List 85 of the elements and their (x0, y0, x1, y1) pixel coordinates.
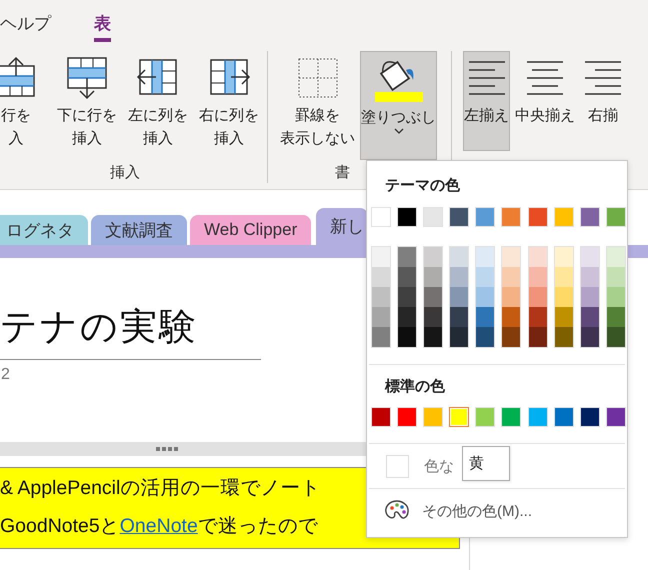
color-swatch[interactable] (398, 307, 416, 327)
ribbon-button[interactable]: 罫線を 表示しない (279, 51, 356, 151)
section-heading: 標準の色 (385, 377, 445, 396)
color-swatch[interactable] (554, 247, 573, 267)
color-swatch[interactable] (476, 267, 494, 287)
ribbon-button[interactable]: 右に列を 挿入 (196, 51, 262, 151)
color-swatch[interactable] (450, 307, 468, 327)
color-swatch[interactable] (398, 327, 416, 347)
ribbon-button[interactable]: 右揃 (580, 51, 626, 151)
color-swatch[interactable] (580, 307, 599, 327)
color-swatch[interactable] (450, 327, 468, 347)
color-swatch[interactable] (398, 247, 416, 267)
color-swatch[interactable] (502, 307, 520, 327)
color-swatch[interactable] (606, 267, 625, 287)
grip-icon (156, 447, 178, 451)
no-color-label[interactable]: 色な (424, 456, 454, 476)
color-swatch[interactable] (502, 247, 520, 267)
color-swatch[interactable] (554, 327, 573, 347)
color-swatch[interactable] (372, 267, 390, 287)
fill-dropdown-button[interactable]: 塗りつぶし (360, 51, 437, 160)
color-swatch[interactable] (449, 407, 470, 427)
section-tab[interactable]: Web Clipper (190, 215, 312, 245)
color-swatch[interactable] (502, 267, 520, 287)
section-tab[interactable]: 文献調査 (91, 215, 187, 245)
color-swatch[interactable] (372, 327, 390, 347)
color-swatch[interactable] (372, 307, 390, 327)
link[interactable]: OneNote (120, 515, 198, 537)
no-borders-icon (296, 56, 340, 100)
insert-row-above-icon (0, 56, 38, 100)
color-swatch[interactable] (528, 307, 547, 327)
color-swatch[interactable] (424, 267, 442, 287)
color-swatch[interactable] (398, 287, 416, 307)
color-swatch[interactable] (528, 267, 547, 287)
color-swatch[interactable] (554, 267, 573, 287)
ribbon-tab[interactable]: 表 (94, 0, 111, 42)
color-swatch[interactable] (450, 247, 468, 267)
note-text: & ApplePencilの活用の一環でノート (0, 476, 320, 501)
color-swatch[interactable] (580, 287, 599, 307)
color-swatch[interactable] (554, 287, 573, 307)
page-title: テナの実験 (0, 305, 198, 349)
ribbon-button[interactable]: 行を 入 (0, 51, 49, 151)
color-swatch[interactable] (424, 327, 442, 347)
section-tab[interactable]: 新し (316, 208, 368, 245)
color-swatch[interactable] (424, 307, 442, 327)
color-swatch[interactable] (424, 287, 442, 307)
color-swatch[interactable] (502, 327, 520, 347)
more-colors-label: その他の色(M)... (422, 502, 532, 520)
no-color-swatch[interactable] (386, 454, 409, 478)
color-swatch[interactable] (528, 327, 547, 347)
group-label: 書 (335, 163, 350, 182)
color-swatch[interactable] (476, 287, 494, 307)
ribbon-tab[interactable]: ヘルプ (0, 0, 51, 42)
section-tab[interactable]: ログネタ (0, 215, 88, 245)
page-date: 2 (1, 366, 10, 384)
color-swatch[interactable] (372, 287, 390, 307)
color-swatch[interactable] (580, 247, 599, 267)
color-swatch[interactable] (476, 247, 494, 267)
color-swatch[interactable] (450, 267, 468, 287)
color-swatch[interactable] (606, 247, 625, 267)
color-swatch[interactable] (502, 287, 520, 307)
color-swatch[interactable] (528, 287, 547, 307)
tooltip: 黄 (462, 446, 510, 481)
color-swatch[interactable] (606, 287, 625, 307)
color-swatch[interactable] (476, 327, 494, 347)
color-swatch[interactable] (450, 287, 468, 307)
color-swatch[interactable] (554, 307, 573, 327)
ribbon-button[interactable]: 左揃え (463, 51, 510, 151)
caret-icon (394, 127, 404, 135)
color-swatch[interactable] (528, 247, 547, 267)
ribbon-button[interactable]: 左に列を 挿入 (125, 51, 191, 151)
more-colors-item[interactable]: その他の色(M)... (367, 489, 532, 533)
color-swatch[interactable] (606, 307, 625, 327)
note-text: GoodNote5と OneNoteで迷ったので (0, 514, 318, 539)
insert-row-below-icon (65, 56, 109, 100)
color-swatch[interactable] (476, 307, 494, 327)
ribbon-button[interactable]: 中央揃え (514, 51, 576, 151)
color-swatch[interactable] (606, 327, 625, 347)
group-label: 挿入 (110, 163, 140, 182)
ribbon-button[interactable]: 下に行を 挿入 (54, 51, 120, 151)
color-swatch[interactable] (580, 327, 599, 347)
color-swatch[interactable] (580, 267, 599, 287)
color-swatch[interactable] (372, 247, 390, 267)
section-heading: テーマの色 (385, 176, 460, 195)
color-swatch[interactable] (398, 267, 416, 287)
color-swatch[interactable] (424, 247, 442, 267)
